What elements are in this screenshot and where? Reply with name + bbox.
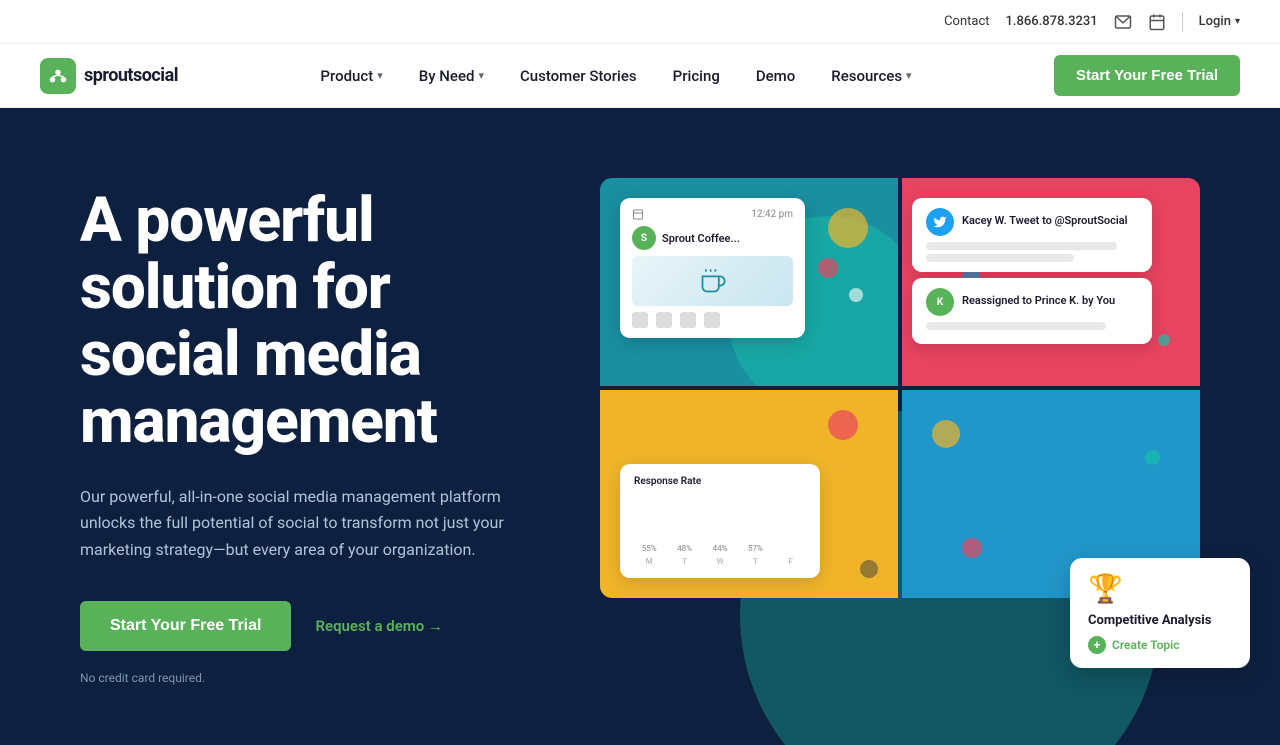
chart-bars: 55% 48% 44% 57%	[634, 493, 806, 553]
comp-create-button[interactable]: + Create Topic	[1088, 636, 1232, 654]
profile-name: Sprout Coffee...	[662, 232, 740, 245]
hero-subtitle: Our powerful, all-in-one social media ma…	[80, 484, 530, 563]
panel-bl: Response Rate 55% 48% 44%	[600, 390, 898, 598]
bar-item-5	[776, 550, 806, 553]
competitive-analysis-card: 🏆 Competitive Analysis + Create Topic	[1070, 558, 1250, 668]
deco-white-circle	[849, 288, 863, 302]
deco-br-teal	[1145, 450, 1160, 465]
logo-mark	[40, 58, 76, 94]
tweet-text-line2	[926, 254, 1074, 262]
chart-card: Response Rate 55% 48% 44%	[620, 464, 820, 578]
hero-title: A powerful solution for social media man…	[80, 188, 580, 456]
deco-br-yellow	[932, 420, 960, 448]
x-label-m: M	[634, 557, 664, 566]
top-bar-right: Contact 1.866.878.3231 Login ▾	[944, 12, 1240, 32]
nav-pricing[interactable]: Pricing	[659, 59, 734, 93]
calendar-icon[interactable]	[1148, 13, 1166, 31]
bar-label-3: 44%	[713, 544, 728, 553]
nav-links: Product ▾ By Need ▾ Customer Stories Pri…	[306, 59, 925, 93]
profile-avatar: S	[632, 226, 656, 250]
hero-section: A powerful solution for social media man…	[0, 108, 1280, 745]
comp-title: Competitive Analysis	[1088, 613, 1232, 628]
bar-label-2: 48%	[677, 544, 692, 553]
panel-tr: Kacey W. Tweet to @SproutSocial K Reassi…	[902, 178, 1200, 386]
chart-x-labels: M T W T F	[634, 557, 806, 566]
phone-number[interactable]: 1.866.878.3231	[1006, 14, 1098, 29]
tweet-avatar-1	[926, 208, 954, 236]
deco-bl-pink	[828, 410, 858, 440]
post-card-time: 12:42 pm	[751, 209, 793, 220]
by-need-chevron-icon: ▾	[478, 69, 484, 82]
hero-actions: Start Your Free Trial Request a demo →	[80, 601, 580, 651]
post-image	[632, 256, 793, 306]
nav-cta-button[interactable]: Start Your Free Trial	[1054, 55, 1240, 96]
deco-pink-circle	[818, 258, 838, 278]
x-label-t1: T	[669, 557, 699, 566]
comp-create-text: Create Topic	[1112, 638, 1180, 652]
bar-item-4: 57%	[740, 541, 770, 553]
chart-title: Response Rate	[634, 476, 806, 487]
post-calendar-icon	[632, 208, 644, 220]
coffee-icon	[699, 267, 727, 295]
hero-illustration: 12:42 pm S Sprout Coffee...	[600, 178, 1220, 678]
twitter-icon-1	[933, 215, 947, 229]
tweet-name-1: Kacey W. Tweet to @SproutSocial	[962, 214, 1128, 227]
reassign-text-line1	[926, 322, 1106, 330]
bar-item-1: 55%	[634, 541, 664, 553]
post-card-profile: S Sprout Coffee...	[632, 226, 793, 250]
comp-create-icon: +	[1088, 636, 1106, 654]
main-nav: sproutsocial Product ▾ By Need ▾ Custome…	[0, 44, 1280, 108]
hero-content: A powerful solution for social media man…	[80, 178, 580, 685]
logo-icon	[47, 65, 69, 87]
deco-bl-dark	[860, 560, 878, 578]
logo-text: sproutsocial	[84, 65, 178, 86]
x-label-w: W	[705, 557, 735, 566]
product-chevron-icon: ▾	[377, 69, 383, 82]
tweet-avatar-2: K	[926, 288, 954, 316]
x-label-t2: T	[740, 557, 770, 566]
bar-label-4: 57%	[748, 544, 763, 553]
login-chevron-icon: ▾	[1235, 16, 1240, 27]
tweet-name-2: Reassigned to Prince K. by You	[962, 294, 1115, 307]
deco-tr-teal	[1158, 334, 1170, 346]
comp-icon-row: 🏆	[1088, 572, 1232, 605]
x-label-f: F	[776, 557, 806, 566]
nav-demo[interactable]: Demo	[742, 59, 809, 93]
action-icon-1	[632, 312, 648, 328]
email-icon[interactable]	[1114, 13, 1132, 31]
nav-by-need[interactable]: By Need ▾	[405, 59, 498, 93]
action-icon-2	[656, 312, 672, 328]
nav-customer-stories[interactable]: Customer Stories	[506, 59, 651, 93]
bar-item-2: 48%	[669, 541, 699, 553]
nav-product[interactable]: Product ▾	[306, 59, 396, 93]
panel-tl: 12:42 pm S Sprout Coffee...	[600, 178, 898, 386]
tweet-text-line1	[926, 242, 1117, 250]
hero-demo-link[interactable]: Request a demo →	[315, 617, 443, 635]
post-card: 12:42 pm S Sprout Coffee...	[620, 198, 805, 338]
deco-yellow-circle	[828, 208, 868, 248]
hero-cta-button[interactable]: Start Your Free Trial	[80, 601, 291, 651]
top-bar: Contact 1.866.878.3231 Login ▾	[0, 0, 1280, 44]
resources-chevron-icon: ▾	[906, 69, 912, 82]
tweet-card-2: K Reassigned to Prince K. by You	[912, 278, 1152, 344]
contact-link[interactable]: Contact	[944, 14, 989, 29]
deco-br-pink	[962, 538, 982, 558]
bar-label-1: 55%	[642, 544, 657, 553]
panel-grid: 12:42 pm S Sprout Coffee...	[600, 178, 1200, 598]
nav-resources[interactable]: Resources ▾	[817, 59, 925, 93]
logo[interactable]: sproutsocial	[40, 58, 178, 94]
no-credit-card-text: No credit card required.	[80, 671, 580, 685]
post-action-bar	[632, 312, 793, 328]
bar-item-3: 44%	[705, 541, 735, 553]
login-button[interactable]: Login ▾	[1199, 14, 1240, 29]
action-icon-4	[704, 312, 720, 328]
trophy-icon: 🏆	[1088, 572, 1123, 605]
tweet-card-1: Kacey W. Tweet to @SproutSocial	[912, 198, 1152, 272]
divider	[1182, 12, 1183, 32]
post-card-header: 12:42 pm	[632, 208, 793, 220]
action-icon-3	[680, 312, 696, 328]
